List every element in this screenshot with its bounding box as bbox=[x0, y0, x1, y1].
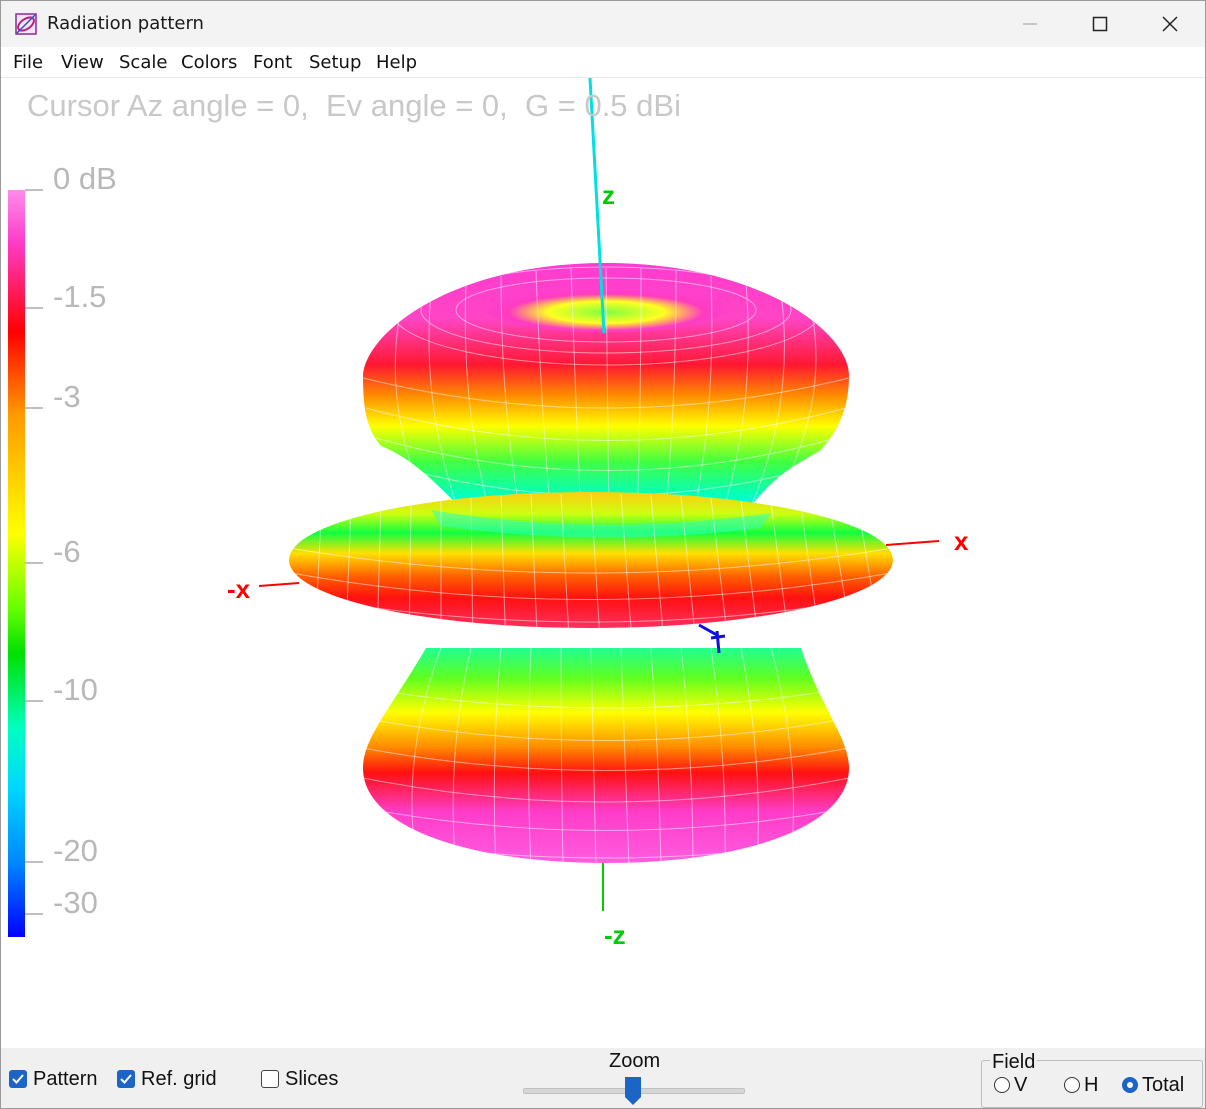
scale-label-10: -10 bbox=[53, 672, 98, 707]
close-button[interactable] bbox=[1135, 1, 1205, 47]
radio-selected-icon bbox=[1122, 1077, 1138, 1093]
title-bar[interactable]: Radiation pattern bbox=[1, 1, 1205, 47]
menu-bar: File View Scale Colors Font Setup Help bbox=[1, 47, 1205, 78]
scale-label-0db: 0 dB bbox=[53, 161, 117, 196]
menu-file[interactable]: File bbox=[13, 52, 43, 73]
color-scale-bar bbox=[8, 190, 25, 937]
scale-tick bbox=[25, 307, 43, 309]
field-legend: Field bbox=[990, 1051, 1038, 1074]
scale-tick bbox=[25, 861, 43, 863]
zoom-label: Zoom bbox=[609, 1050, 661, 1072]
cursor-readout: Cursor Az angle = 0, Ev angle = 0, G = 0… bbox=[27, 88, 681, 123]
checkbox-unchecked-icon bbox=[261, 1070, 279, 1088]
x-axis bbox=[885, 540, 940, 546]
menu-setup[interactable]: Setup bbox=[309, 52, 361, 73]
scale-tick bbox=[25, 189, 43, 191]
checkbox-checked-icon bbox=[9, 1070, 27, 1088]
pattern-view[interactable]: Cursor Az angle = 0, Ev angle = 0, G = 0… bbox=[1, 78, 1205, 1048]
scale-tick bbox=[25, 700, 43, 702]
neg-x-axis bbox=[258, 582, 300, 587]
radiation-pattern-3d[interactable] bbox=[1, 78, 1205, 1048]
menu-help[interactable]: Help bbox=[376, 52, 417, 73]
minimize-icon bbox=[1023, 23, 1037, 25]
radio-unselected-icon bbox=[1064, 1077, 1080, 1093]
ref-grid-label: Ref. grid bbox=[141, 1068, 217, 1090]
scale-label-6: -6 bbox=[53, 534, 81, 569]
slices-label: Slices bbox=[285, 1068, 339, 1090]
scale-tick bbox=[25, 562, 43, 564]
main-lobe-ring bbox=[289, 492, 893, 628]
neg-z-axis-label: -z bbox=[604, 920, 626, 950]
menu-scale[interactable]: Scale bbox=[119, 52, 167, 73]
upper-lobe bbox=[363, 263, 849, 518]
minimize-button[interactable] bbox=[995, 1, 1065, 47]
scale-label-3: -3 bbox=[53, 379, 81, 414]
field-h-label: H bbox=[1084, 1074, 1099, 1096]
app-icon bbox=[15, 13, 37, 35]
x-axis-label: x bbox=[954, 526, 969, 556]
window-title: Radiation pattern bbox=[47, 13, 204, 34]
app-window: Radiation pattern File View Scale Colors… bbox=[0, 0, 1206, 1109]
zoom-slider-thumb[interactable] bbox=[624, 1076, 642, 1106]
scale-label-30: -30 bbox=[53, 885, 98, 920]
scale-label-20: -20 bbox=[53, 833, 98, 868]
field-total-label: Total bbox=[1142, 1074, 1185, 1096]
checkbox-checked-icon bbox=[117, 1070, 135, 1088]
neg-x-axis-label: -x bbox=[227, 574, 251, 604]
scale-tick bbox=[25, 407, 43, 409]
control-bar: Pattern Ref. grid Slices Zoom Field V H bbox=[1, 1048, 1205, 1108]
field-group: Field V H Total bbox=[981, 1051, 1203, 1108]
close-icon bbox=[1162, 16, 1178, 32]
radio-unselected-icon bbox=[994, 1077, 1010, 1093]
z-axis-label: z bbox=[602, 180, 615, 210]
pattern-label: Pattern bbox=[33, 1068, 98, 1090]
menu-font[interactable]: Font bbox=[253, 52, 292, 73]
menu-view[interactable]: View bbox=[61, 52, 104, 73]
scale-tick bbox=[25, 913, 43, 915]
lower-lobe bbox=[363, 648, 849, 863]
scale-label-1-5: -1.5 bbox=[53, 279, 107, 314]
maximize-icon bbox=[1092, 16, 1108, 32]
maximize-button[interactable] bbox=[1065, 1, 1135, 47]
menu-colors[interactable]: Colors bbox=[181, 52, 237, 73]
field-v-label: V bbox=[1014, 1074, 1028, 1096]
